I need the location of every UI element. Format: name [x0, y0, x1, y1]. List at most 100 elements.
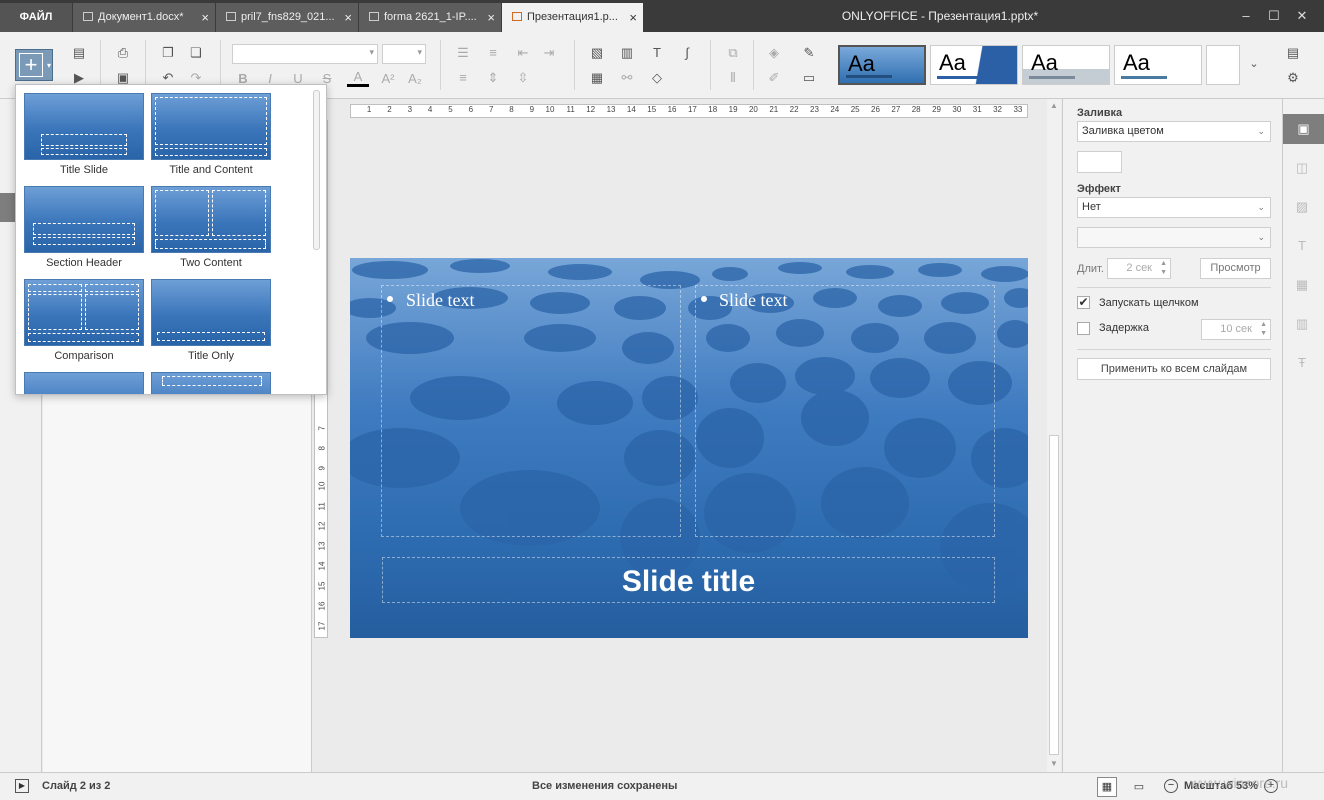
close-icon[interactable]: ×: [344, 3, 352, 32]
content-placeholder-right[interactable]: [695, 285, 995, 537]
file-menu-tab[interactable]: ФАЙЛ: [0, 3, 72, 32]
insert-equation-icon[interactable]: ∫: [676, 43, 698, 63]
subscript-icon[interactable]: A₂: [404, 69, 426, 89]
fill-color-button[interactable]: [1077, 151, 1122, 173]
tab-forma[interactable]: forma 2621_1-IP.... ×: [359, 3, 502, 32]
delay-checkbox[interactable]: [1077, 322, 1090, 335]
scroll-thumb[interactable]: [1049, 435, 1059, 755]
slide-settings-icon[interactable]: ▣: [1283, 114, 1324, 144]
content-placeholder-left[interactable]: [381, 285, 681, 537]
tab-pril7[interactable]: pril7_fns829_021... ×: [216, 3, 359, 32]
table-settings-icon[interactable]: ▦: [1290, 274, 1314, 296]
ruler-tick: 31: [972, 105, 982, 114]
themes-more-chevron-icon[interactable]: ⌄: [1243, 54, 1265, 74]
slide-layout-icon[interactable]: ▤: [68, 43, 90, 63]
textart-settings-icon[interactable]: Ŧ: [1290, 352, 1314, 374]
align-left-icon[interactable]: ≡: [452, 68, 474, 88]
increase-indent-icon[interactable]: ⇥: [538, 43, 560, 63]
preview-button[interactable]: Просмотр: [1200, 258, 1271, 279]
superscript-icon[interactable]: A²: [377, 69, 399, 89]
layout-comparison[interactable]: Comparison: [24, 279, 144, 362]
paste-icon[interactable]: ❏: [185, 43, 207, 63]
start-on-click-checkbox[interactable]: ✔: [1077, 296, 1090, 309]
layout-more-1[interactable]: [24, 372, 144, 394]
minimize-button[interactable]: –: [1232, 0, 1260, 32]
theme-blue-dots[interactable]: Aa: [838, 45, 926, 85]
layout-title-slide[interactable]: Title Slide: [24, 93, 144, 176]
zoom-out-icon[interactable]: −: [1164, 779, 1178, 793]
slide-text-left[interactable]: Slide text: [406, 290, 475, 311]
maximize-button[interactable]: ☐: [1260, 0, 1288, 32]
align-shapes-icon[interactable]: ⫴: [722, 68, 744, 88]
insert-table-icon[interactable]: ▦: [586, 68, 608, 88]
numbered-list-icon[interactable]: ≡: [482, 43, 504, 63]
bullet-list-icon[interactable]: ☰: [452, 43, 474, 63]
add-slide-button[interactable]: + ▾: [15, 49, 53, 81]
text-settings-icon[interactable]: T: [1290, 235, 1314, 257]
spinner-arrows-icon[interactable]: ▲ ▼: [1160, 259, 1167, 277]
view-settings-icon[interactable]: ▤: [1282, 43, 1304, 63]
line-spacing-icon[interactable]: ⇳: [512, 68, 534, 88]
scroll-up-icon[interactable]: ▲: [1049, 101, 1059, 111]
layout-more-2[interactable]: [151, 372, 271, 394]
theme-white[interactable]: Aa: [1114, 45, 1202, 85]
vertical-align-icon[interactable]: ⇕: [482, 68, 504, 88]
delay-label: Задержка: [1099, 322, 1149, 334]
ruler-tick: 1: [366, 105, 372, 114]
change-slide-size-icon[interactable]: ▭: [798, 68, 820, 88]
tab-document1[interactable]: Документ1.docx* ×: [73, 3, 216, 32]
duration-spinner[interactable]: 2 сек ▲ ▼: [1107, 258, 1171, 279]
gear-icon[interactable]: ⚙: [1282, 68, 1304, 88]
shape-settings-icon[interactable]: ◫: [1290, 157, 1314, 179]
layout-dropdown-scrollbar[interactable]: [313, 90, 320, 250]
font-size-select[interactable]: ▾: [382, 44, 426, 64]
print-icon[interactable]: ⎙: [112, 43, 134, 63]
slide-layout-dropdown: Title Slide Title and Content Section He…: [15, 84, 327, 395]
insert-chart-icon[interactable]: ▥: [616, 43, 638, 63]
font-color-icon[interactable]: A: [347, 69, 369, 87]
layout-title-only[interactable]: Title Only: [151, 279, 271, 362]
slide-text-right[interactable]: Slide text: [719, 290, 788, 311]
layout-title-and-content[interactable]: Title and Content: [151, 93, 271, 176]
format-painter-icon[interactable]: ✐: [763, 68, 785, 88]
chart-settings-icon[interactable]: ▥: [1290, 313, 1314, 335]
theme-blank[interactable]: [1206, 45, 1240, 85]
close-icon[interactable]: ×: [487, 3, 495, 32]
scroll-down-icon[interactable]: ▼: [1049, 759, 1059, 769]
ruler-tick: 18: [708, 105, 718, 114]
theme-gray[interactable]: Aa: [1022, 45, 1110, 85]
delay-spinner[interactable]: 10 сек ▲ ▼: [1201, 319, 1271, 340]
effect-type-select[interactable]: ⌄: [1077, 227, 1271, 248]
play-icon[interactable]: ▶: [15, 779, 29, 793]
close-window-button[interactable]: ✕: [1288, 0, 1316, 32]
fit-to-slide-icon[interactable]: ▦: [1097, 777, 1117, 797]
font-family-select[interactable]: ▾: [232, 44, 378, 64]
apply-to-all-slides-button[interactable]: Применить ко всем слайдам: [1077, 358, 1271, 380]
copy-icon[interactable]: ❐: [157, 43, 179, 63]
vertical-scrollbar[interactable]: ▲ ▼: [1047, 99, 1061, 772]
layout-two-content[interactable]: Two Content: [151, 186, 271, 269]
arrange-icon[interactable]: ⧉: [722, 43, 744, 63]
clear-style-icon[interactable]: ◈: [763, 43, 785, 63]
decrease-indent-icon[interactable]: ⇤: [512, 43, 534, 63]
effect-select[interactable]: Нет ⌄: [1077, 197, 1271, 218]
theme-blue-wave[interactable]: Aa: [930, 45, 1018, 85]
insert-shape-icon[interactable]: ◇: [646, 68, 668, 88]
close-icon[interactable]: ×: [629, 3, 637, 32]
slide-title[interactable]: Slide title: [382, 560, 995, 604]
tab-presentation1[interactable]: Презентация1.p... ×: [502, 3, 644, 32]
hyperlink-icon[interactable]: ⚯: [616, 68, 638, 88]
fit-to-width-icon[interactable]: ▭: [1131, 779, 1147, 795]
insert-textbox-icon[interactable]: T: [646, 43, 668, 63]
spinner-arrows-icon[interactable]: ▲ ▼: [1260, 320, 1267, 338]
layout-section-header[interactable]: Section Header: [24, 186, 144, 269]
close-icon[interactable]: ×: [201, 3, 209, 32]
tab-label: forma 2621_1-IP....: [384, 11, 477, 23]
fill-type-select[interactable]: Заливка цветом ⌄: [1077, 121, 1271, 142]
slides-panel-toggle[interactable]: [0, 193, 16, 222]
insert-image-icon[interactable]: ▧: [586, 43, 608, 63]
layout-label: Title Slide: [60, 164, 108, 176]
horizontal-ruler: 1 2 3 4 5 6 7 8 9 10 11 12 13 14 15 16 17 18 19 20 21 22 23 24 2…: [350, 104, 1028, 118]
image-settings-icon[interactable]: ▨: [1290, 196, 1314, 218]
copy-style-icon[interactable]: ✎: [798, 43, 820, 63]
